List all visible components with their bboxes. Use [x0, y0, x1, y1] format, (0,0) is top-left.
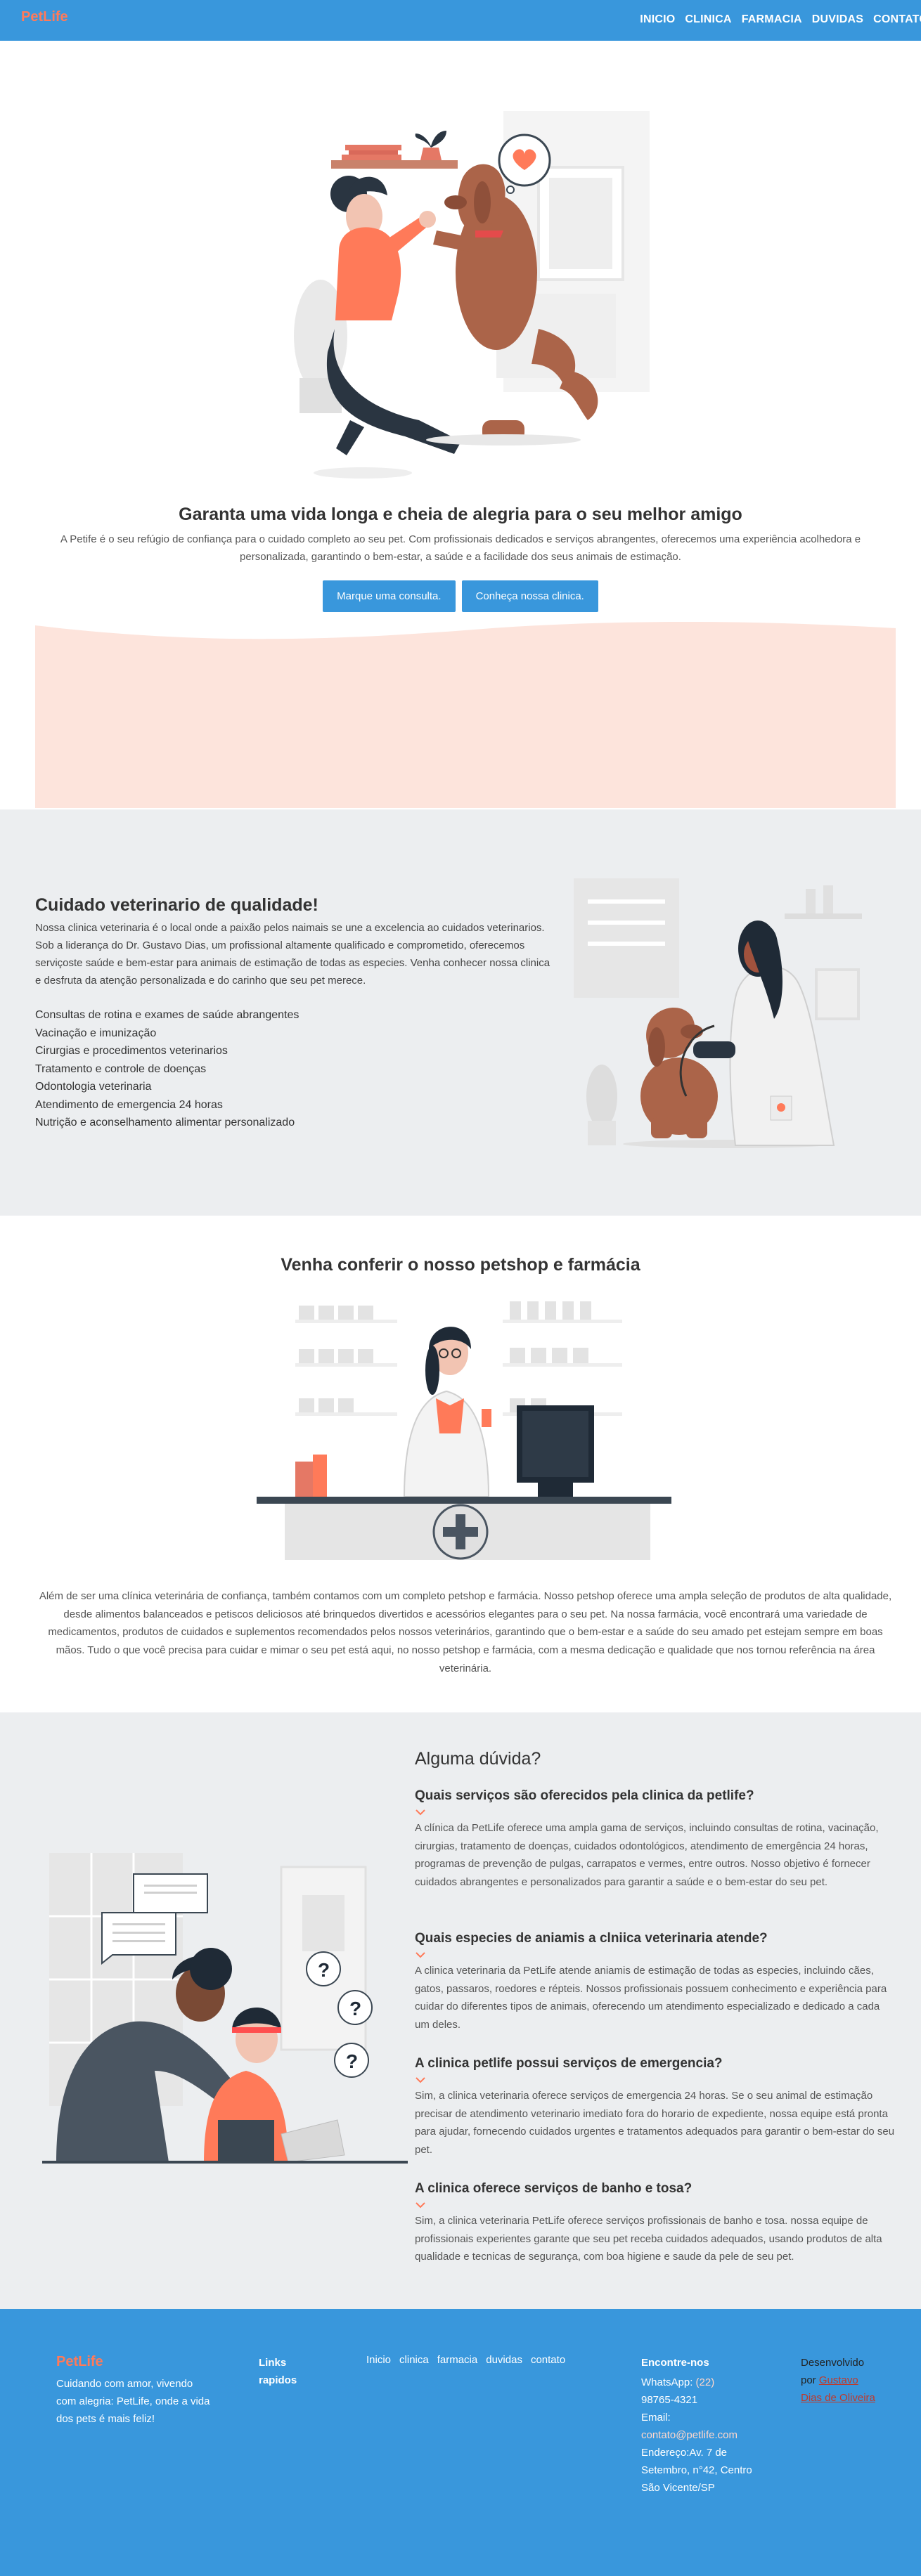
footer-link-duvidas[interactable]: duvidas	[486, 2354, 522, 2366]
chevron-down-icon[interactable]	[415, 2076, 426, 2084]
faq-question[interactable]: Quais especies de aniamis a clniica vete…	[415, 1931, 897, 1946]
faq-item[interactable]: Quais serviços são oferecidos pela clini…	[415, 1788, 897, 1891]
hero-title: Garanta uma vida longa e cheia de alegri…	[179, 505, 742, 524]
faq-answer: A clinica veterinaria da PetLife atende …	[415, 1965, 887, 2031]
shop-title: Venha conferir o nosso petshop e farmáci…	[281, 1255, 640, 1275]
whatsapp-number[interactable]: 98765-4321	[641, 2391, 754, 2409]
list-item: Vacinação e imunização	[35, 1027, 157, 1039]
contact-heading: Encontre-nos	[641, 2357, 709, 2369]
svg-text:?: ?	[318, 1959, 330, 1981]
vet-illustration	[574, 878, 862, 1148]
email-label: Email:	[641, 2412, 671, 2424]
footer-link-clinica[interactable]: clinica	[399, 2354, 429, 2366]
hero-section: Garanta uma vida longa e cheia de alegri…	[0, 41, 921, 809]
shop-section: Venha conferir o nosso petshop e farmáci…	[0, 1216, 921, 1712]
pharmacy-illustration	[257, 1301, 671, 1560]
nav-link-inicio[interactable]: INICIO	[640, 13, 675, 26]
whatsapp-label: WhatsApp:	[641, 2376, 693, 2388]
faq-answer: Sim, a clinica veterinaria oferece servi…	[415, 2090, 895, 2156]
clinic-section: Cuidado veterinario de qualidade! Nossa …	[0, 809, 921, 1216]
contact-info: WhatsApp: (22) 98765-4321 Email: contato…	[641, 2374, 754, 2497]
footer-links-heading: Links rapidos	[259, 2357, 297, 2386]
list-item: Cirurgias e procedimentos veterinarios	[35, 1045, 228, 1057]
shop-text: Além de ser uma clínica veterinária de c…	[39, 1590, 892, 1674]
nav-link-duvidas[interactable]: DUVIDAS	[812, 13, 863, 26]
chevron-down-icon[interactable]	[415, 2201, 426, 2209]
chevron-down-icon[interactable]	[415, 1808, 426, 1816]
clinic-title: Cuidado veterinario de qualidade!	[35, 895, 318, 915]
footer-brand: PetLife	[56, 2354, 103, 2369]
list-item: Odontologia veterinaria	[35, 1081, 152, 1093]
svg-text:?: ?	[346, 2050, 358, 2072]
faq-illustration: ? ? ?	[42, 1853, 408, 2164]
meet-clinic-button[interactable]: Conheça nossa clinica.	[461, 580, 598, 612]
faq-title: Alguma dúvida?	[415, 1749, 541, 1769]
faq-question[interactable]: A clinica oferece serviços de banho e to…	[415, 2181, 897, 2197]
faq-answer: Sim, a clinica veterinaria PetLife ofere…	[415, 2215, 882, 2263]
svg-text:?: ?	[349, 1998, 361, 2019]
footer-link-contato[interactable]: contato	[531, 2354, 565, 2366]
hero-buttons: Marque uma consulta. Conheça nossa clini…	[0, 580, 921, 612]
list-item: Tratamento e controle de doenças	[35, 1062, 207, 1075]
hero-text: A Petife é o seu refúgio de confiança pa…	[60, 533, 861, 563]
faq-item[interactable]: Quais especies de aniamis a clniica vete…	[415, 1931, 897, 2034]
faq-answer: A clínica da PetLife oferece uma ampla g…	[415, 1822, 879, 1888]
faq-item[interactable]: A clinica petlife possui serviços de eme…	[415, 2056, 897, 2159]
address-text: Endereço:Av. 7 de Setembro, n°42, Centro…	[641, 2447, 752, 2494]
nav-link-contato[interactable]: CONTATO	[873, 13, 921, 26]
services-list: Consultas de rotina e exames de saúde ab…	[35, 1006, 299, 1132]
clinic-text: Nossa clinica veterinaria é o local onde…	[35, 922, 550, 987]
footer-link-inicio[interactable]: Inicio	[366, 2354, 391, 2366]
nav-link-farmacia[interactable]: FARMACIA	[742, 13, 802, 26]
nav-links: INICIO CLINICA FARMACIA DUVIDAS CONTATO	[630, 13, 921, 26]
nav-link-clinica[interactable]: CLINICA	[685, 13, 731, 26]
list-item: Nutrição e aconselhamento alimentar pers…	[35, 1117, 295, 1128]
footer: PetLife Cuidando com amor, vivendo com a…	[0, 2309, 921, 2576]
footer-links: Inicio clinica farmacia duvidas contato	[366, 2354, 574, 2366]
book-appointment-button[interactable]: Marque uma consulta.	[323, 580, 456, 612]
navbar: PetLife INICIO CLINICA FARMACIA DUVIDAS …	[0, 0, 921, 41]
list-item: Atendimento de emergencia 24 horas	[35, 1098, 223, 1111]
whatsapp-area[interactable]: (22)	[696, 2376, 715, 2388]
list-item: Consultas de rotina e exames de saúde ab…	[35, 1009, 300, 1021]
brand-logo[interactable]: PetLife	[21, 9, 68, 25]
email-link[interactable]: contato@petlife.com	[641, 2426, 754, 2444]
hero-illustration	[294, 111, 650, 479]
faq-question[interactable]: A clinica petlife possui serviços de eme…	[415, 2056, 897, 2071]
developer-credit: Desenvolvido por Gustavo Dias de Oliveir…	[801, 2354, 878, 2407]
faq-item[interactable]: A clinica oferece serviços de banho e to…	[415, 2181, 897, 2266]
faq-section: ? ? ? Alguma dúvida? Quais serviços são …	[0, 1712, 921, 2309]
footer-tagline: Cuidando com amor, vivendo com alegria: …	[56, 2378, 210, 2425]
hero-wave-decoration	[35, 621, 896, 808]
footer-link-farmacia[interactable]: farmacia	[437, 2354, 478, 2366]
chevron-down-icon[interactable]	[415, 1951, 426, 1959]
faq-question[interactable]: Quais serviços são oferecidos pela clini…	[415, 1788, 897, 1804]
